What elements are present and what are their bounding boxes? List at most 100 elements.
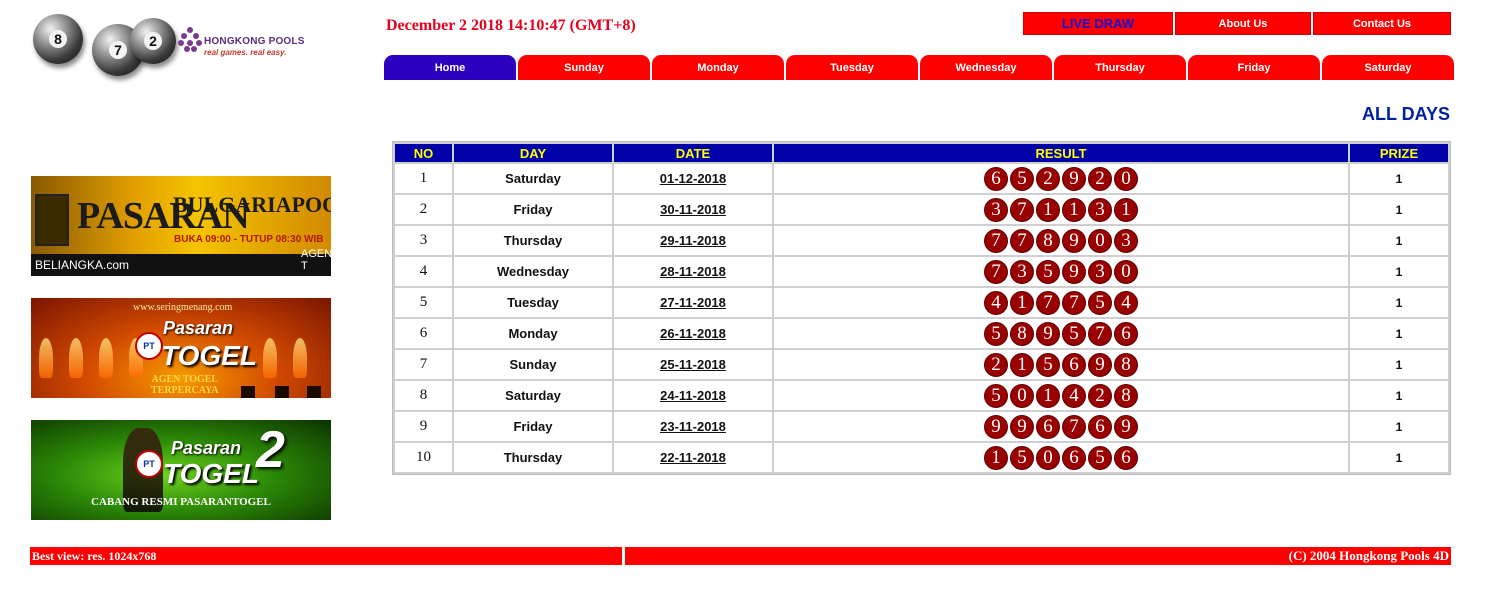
billiard-ball-icon: 2	[130, 18, 176, 64]
table-header-row: NO DAY DATE RESULT PRIZE	[395, 144, 1448, 162]
row-day: Wednesday	[454, 257, 612, 286]
result-digit-ball: 1	[1062, 197, 1086, 222]
banner-pasaran-togel[interactable]: www.seringmenang.com PT Pasaran TOGEL AG…	[31, 298, 331, 398]
row-date-link[interactable]: 30-11-2018	[614, 195, 772, 224]
row-date-link[interactable]: 01-12-2018	[614, 164, 772, 193]
row-date-link[interactable]: 29-11-2018	[614, 226, 772, 255]
tab-tuesday[interactable]: Tuesday	[786, 55, 918, 80]
header-prize: PRIZE	[1350, 144, 1448, 162]
result-digit-ball: 2	[1088, 383, 1112, 408]
result-digit-ball: 9	[1062, 166, 1086, 191]
row-prize: 1	[1350, 381, 1448, 410]
block-shape	[307, 386, 321, 398]
banner-site: www.seringmenang.com	[133, 302, 233, 313]
result-digit-ball: 5	[984, 383, 1008, 408]
result-digit-ball: 9	[984, 414, 1008, 439]
result-digit-ball: 7	[1062, 414, 1086, 439]
row-number: 3	[395, 226, 452, 255]
result-digit-ball: 1	[1036, 197, 1060, 222]
result-digit-ball: 3	[1010, 259, 1034, 284]
result-digit-ball: 5	[984, 321, 1008, 346]
banner-market: BULGARIAPOOLS	[173, 192, 331, 217]
result-digit-ball: 5	[1010, 166, 1034, 191]
tab-thursday[interactable]: Thursday	[1054, 55, 1186, 80]
block-shape	[275, 386, 289, 398]
row-prize: 1	[1350, 226, 1448, 255]
row-prize: 1	[1350, 288, 1448, 317]
result-digit-ball: 6	[1114, 445, 1138, 470]
banner-site: BELIANGKA.com	[35, 258, 130, 272]
row-prize: 1	[1350, 443, 1448, 472]
header-result: RESULT	[774, 144, 1348, 162]
tab-saturday[interactable]: Saturday	[1322, 55, 1454, 80]
result-digit-ball: 9	[1062, 259, 1086, 284]
result-digit-ball: 4	[1062, 383, 1086, 408]
pasaran-togel-emblem-icon: PT	[135, 332, 163, 360]
result-digit-ball: 5	[1088, 290, 1112, 315]
row-day: Friday	[454, 412, 612, 441]
result-balls: 652920	[984, 166, 1138, 191]
row-result: 589576	[774, 319, 1348, 348]
pasaran-togel-emblem-icon: PT	[135, 450, 163, 478]
tab-sunday[interactable]: Sunday	[518, 55, 650, 80]
row-day: Tuesday	[454, 288, 612, 317]
result-digit-ball: 9	[1062, 228, 1086, 253]
banner-title-pasaran: Pasaran	[163, 318, 234, 338]
row-number: 6	[395, 319, 452, 348]
row-number: 4	[395, 257, 452, 286]
flame-icon	[39, 338, 53, 378]
row-date-link[interactable]: 23-11-2018	[614, 412, 772, 441]
row-date-link[interactable]: 25-11-2018	[614, 350, 772, 379]
tab-home[interactable]: Home	[384, 55, 516, 80]
result-digit-ball: 8	[1036, 228, 1060, 253]
result-digit-ball: 1	[1010, 290, 1034, 315]
table-row: 6 Monday 26-11-2018 5 8 9 5 7 6 1	[395, 319, 1448, 348]
banner-bulgariapools[interactable]: PASARAN BULGARIAPOOLS BUKA 09:00 - TUTUP…	[31, 176, 331, 276]
result-digit-ball: 3	[1088, 259, 1112, 284]
result-balls: 589576	[984, 321, 1138, 346]
ball-number: 7	[109, 41, 127, 59]
tab-friday[interactable]: Friday	[1188, 55, 1320, 80]
result-digit-ball: 5	[1036, 352, 1060, 377]
contact-us-button[interactable]: Contact Us	[1313, 12, 1451, 35]
row-day: Saturday	[454, 381, 612, 410]
live-draw-button[interactable]: LIVE DRAW	[1023, 12, 1173, 35]
result-balls: 996769	[984, 414, 1138, 439]
row-result: 150656	[774, 443, 1348, 472]
row-result: 652920	[774, 164, 1348, 193]
header-date: DATE	[614, 144, 772, 162]
row-date-link[interactable]: 24-11-2018	[614, 381, 772, 410]
row-prize: 1	[1350, 319, 1448, 348]
brand-name: HONGKONG POOLS	[204, 36, 305, 47]
banner-pasaran-togel-2[interactable]: PT Pasaran TOGEL 2 CABANG RESMI PASARANT…	[31, 420, 331, 520]
result-digit-ball: 2	[1088, 166, 1112, 191]
result-digit-ball: 5	[1036, 259, 1060, 284]
about-us-button[interactable]: About Us	[1175, 12, 1311, 35]
result-digit-ball: 8	[1114, 352, 1138, 377]
tab-monday[interactable]: Monday	[652, 55, 784, 80]
results-table: NO DAY DATE RESULT PRIZE 1 Saturday 01-12-…	[392, 141, 1451, 475]
result-digit-ball: 6	[1062, 352, 1086, 377]
row-result: 417754	[774, 288, 1348, 317]
billiard-ball-icon: 8	[33, 14, 83, 64]
table-row: 9 Friday 23-11-2018 9 9 6 7 6 9 1	[395, 412, 1448, 441]
row-date-link[interactable]: 27-11-2018	[614, 288, 772, 317]
row-date-link[interactable]: 28-11-2018	[614, 257, 772, 286]
ball-number: 2	[144, 32, 162, 50]
row-date-link[interactable]: 26-11-2018	[614, 319, 772, 348]
row-date-link[interactable]: 22-11-2018	[614, 443, 772, 472]
result-digit-ball: 9	[1010, 414, 1034, 439]
result-digit-ball: 1	[1010, 352, 1034, 377]
result-digit-ball: 8	[1010, 321, 1034, 346]
row-number: 2	[395, 195, 452, 224]
row-prize: 1	[1350, 350, 1448, 379]
result-digit-ball: 6	[1114, 321, 1138, 346]
banner-hours: BUKA 09:00 - TUTUP 08:30 WIB	[174, 234, 324, 245]
table-row: 8 Saturday 24-11-2018 5 0 1 4 2 8 1	[395, 381, 1448, 410]
ball-number: 8	[49, 30, 67, 48]
result-digit-ball: 4	[984, 290, 1008, 315]
result-digit-ball: 4	[1114, 290, 1138, 315]
site-logo[interactable]: 8 7 2 HONGKONG POOLS real games. real ea…	[30, 14, 310, 78]
tab-wednesday[interactable]: Wednesday	[920, 55, 1052, 80]
result-digit-ball: 0	[1088, 228, 1112, 253]
